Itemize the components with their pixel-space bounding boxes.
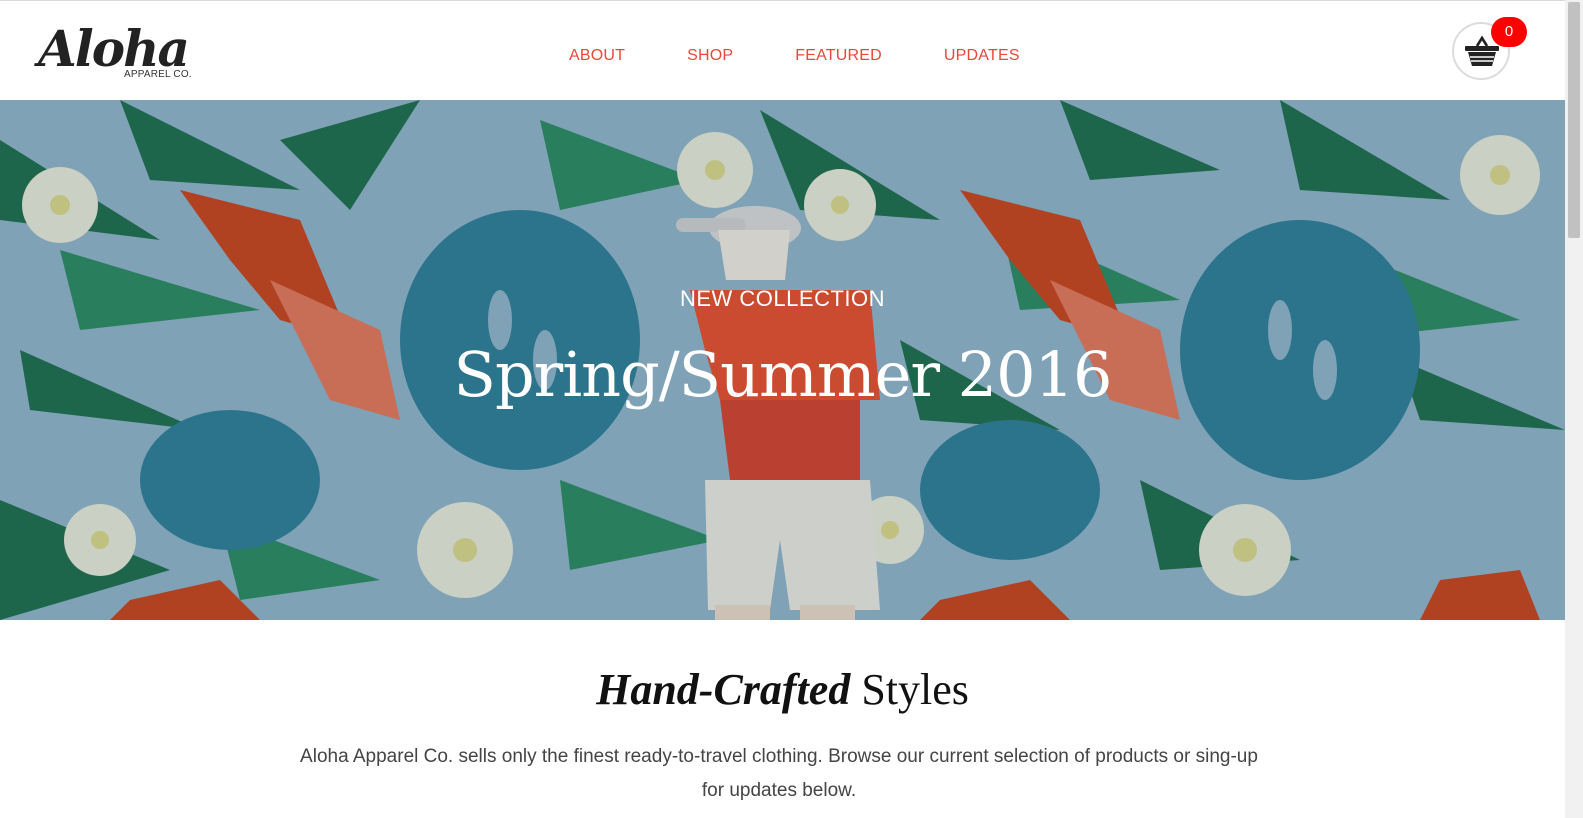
nav-about[interactable]: ABOUT [569, 47, 625, 65]
section-title-italic: Hand-Crafted [596, 665, 851, 714]
section-title: Hand-Crafted Styles [0, 664, 1565, 715]
section-title-rest: Styles [850, 665, 969, 714]
logo-subtitle: APPAREL CO. [124, 69, 192, 80]
nav-featured[interactable]: FEATURED [795, 47, 882, 65]
nav-shop[interactable]: SHOP [687, 47, 733, 65]
hero-banner: NEW COLLECTION Spring/Summer 2016 [0, 100, 1565, 620]
page-scrollbar[interactable] [1565, 0, 1583, 818]
site-header: Aloha APPAREL CO. ABOUT SHOP FEATURED UP… [0, 0, 1565, 100]
scrollbar-thumb[interactable] [1568, 2, 1580, 238]
hero-kicker: NEW COLLECTION [679, 286, 886, 311]
intro-paragraph: Aloha Apparel Co. sells only the finest … [300, 746, 1258, 801]
cart-count-badge: 0 [1491, 17, 1527, 47]
hero-title: Spring/Summer 2016 [453, 338, 1113, 411]
main-nav: ABOUT SHOP FEATURED UPDATES [569, 47, 1020, 65]
nav-updates[interactable]: UPDATES [944, 47, 1020, 65]
brand-logo[interactable]: Aloha APPAREL CO. [38, 19, 208, 89]
